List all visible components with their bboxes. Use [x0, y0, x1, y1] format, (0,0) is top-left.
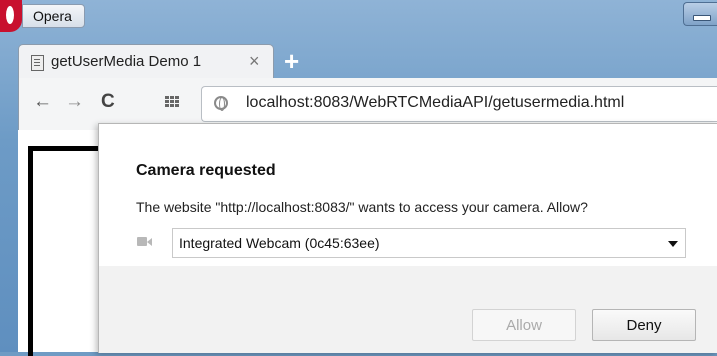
minimize-icon — [693, 15, 711, 21]
title-bar: Opera — [0, 0, 717, 36]
url-text[interactable]: localhost:8083/WebRTCMediaAPI/getusermed… — [246, 94, 624, 112]
reload-icon[interactable]: C — [101, 92, 115, 112]
camera-permission-dialog: Camera requested The website "http://loc… — [98, 123, 717, 353]
allow-button[interactable]: Allow — [472, 309, 576, 341]
tab-title: getUserMedia Demo 1 — [51, 53, 202, 70]
minimize-button[interactable] — [683, 2, 717, 26]
browser-window: Opera getUserMedia Demo 1 × + ← → C loca… — [0, 0, 717, 356]
address-bar[interactable]: localhost:8083/WebRTCMediaAPI/getusermed… — [201, 86, 717, 122]
tab-getusermedia-demo[interactable]: getUserMedia Demo 1 × — [18, 44, 274, 79]
camera-device-select[interactable]: Integrated Webcam (0c45:63ee) — [172, 228, 686, 258]
forward-icon[interactable]: → — [65, 92, 84, 112]
back-icon[interactable]: ← — [33, 92, 52, 112]
opera-menu-button[interactable]: Opera — [22, 4, 85, 28]
dialog-message: The website "http://localhost:8083/" wan… — [136, 199, 588, 215]
page-icon — [31, 55, 44, 71]
deny-button[interactable]: Deny — [592, 309, 696, 341]
speed-dial-icon[interactable] — [165, 96, 179, 108]
chevron-down-icon[interactable] — [668, 241, 678, 247]
opera-menu-label: Opera — [33, 8, 72, 24]
camera-icon — [137, 237, 152, 248]
new-tab-button[interactable]: + — [284, 48, 299, 74]
globe-icon — [214, 96, 228, 111]
opera-logo-icon[interactable] — [0, 0, 22, 32]
tab-close-icon[interactable]: × — [249, 51, 260, 72]
dialog-title: Camera requested — [136, 162, 276, 179]
selected-device: Integrated Webcam (0c45:63ee) — [179, 235, 380, 251]
